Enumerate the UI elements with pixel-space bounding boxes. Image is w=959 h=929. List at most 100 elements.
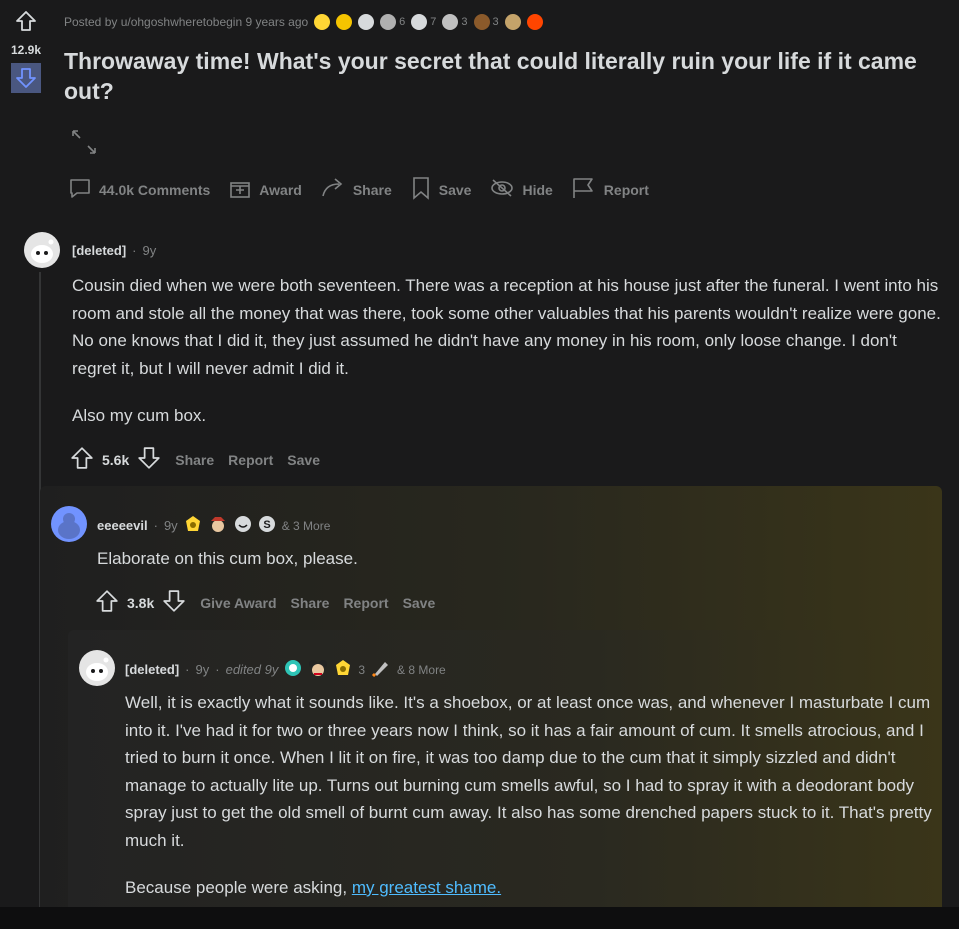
separator-dot: · (215, 662, 220, 677)
comment-body: Elaborate on this cum box, please. (97, 545, 937, 573)
more-awards-link[interactable]: & 3 More (282, 519, 331, 533)
downvote-arrow-icon[interactable] (137, 446, 161, 473)
silver-award-icon[interactable]: S (258, 515, 276, 536)
report-link[interactable]: Report (343, 595, 388, 611)
share-link[interactable]: Share (291, 595, 330, 611)
comment-author[interactable]: eeeeevil (97, 518, 148, 533)
post-byline[interactable]: Posted by u/ohgoshwheretobegin 9 years a… (64, 15, 308, 29)
comment-paragraph-link: Because people were asking, my greatest … (125, 874, 941, 902)
comment-paragraph: Elaborate on this cum box, please. (97, 549, 358, 568)
snoo-award-icon[interactable] (526, 14, 543, 30)
avatar[interactable] (24, 232, 60, 268)
comment-author[interactable]: [deleted] (72, 243, 126, 258)
comment-body: Well, it is exactly what it sounds like.… (125, 689, 941, 902)
comment-header: [deleted] · 9y (72, 243, 156, 258)
award-count: 6 (399, 16, 406, 28)
comment-actions: 3.8k Give Award Share Report Save (95, 589, 435, 616)
bird-award-icon-glyph (380, 14, 397, 30)
post-score: 12.9k (10, 43, 42, 57)
save-link[interactable]: Save (403, 595, 436, 611)
bird-award-icon[interactable]: 6 (380, 14, 405, 30)
helpful-award-icon-glyph (336, 14, 353, 30)
hide-button[interactable]: Hide (489, 176, 553, 203)
comment-age[interactable]: 9y (143, 243, 157, 258)
f-award-icon[interactable] (358, 14, 375, 30)
upvote-arrow-icon[interactable] (95, 589, 119, 616)
edited-label: edited 9y (225, 662, 279, 677)
save-label: Save (438, 181, 472, 198)
vote-group: 5.6k (70, 446, 161, 473)
helpful-award-icon[interactable] (184, 515, 202, 536)
svg-text:S: S (263, 519, 270, 531)
f-award-icon-glyph (358, 14, 375, 30)
post-action-bar: 44.0k Comments Award Share Save Hide Rep… (68, 176, 649, 203)
silver-award-icon[interactable]: 3 (442, 14, 468, 30)
separator-dot: · (153, 518, 158, 533)
share-label: Share (352, 181, 392, 198)
rocket-award-icon[interactable] (371, 659, 391, 680)
grin-award-icon[interactable] (234, 515, 252, 536)
greatest-shame-link[interactable]: my greatest shame. (352, 878, 501, 897)
share-arrow-icon (320, 176, 346, 203)
save-link[interactable]: Save (287, 452, 320, 468)
grin-award-icon-glyph (411, 14, 428, 30)
report-button[interactable]: Report (571, 176, 649, 203)
comment-score: 3.8k (127, 594, 155, 611)
award-button[interactable]: Award (228, 176, 302, 203)
award-count: 7 (430, 16, 437, 28)
post-title[interactable]: Throwaway time! What's your secret that … (64, 46, 944, 106)
comment-header: [deleted] · 9y · edited 9y 3 & 8 More (125, 659, 446, 680)
report-link[interactable]: Report (228, 452, 273, 468)
link-prefix-text: Because people were asking, (125, 878, 352, 897)
comment-paragraph: Also my cum box. (72, 406, 207, 425)
comment-paragraph: Well, it is exactly what it sounds like.… (125, 693, 932, 850)
report-label: Report (603, 181, 649, 198)
wholesome-award-icon[interactable] (208, 515, 228, 536)
hugz-award-icon[interactable] (284, 659, 302, 680)
comment-age[interactable]: 9y (164, 518, 178, 533)
comments-button[interactable]: 44.0k Comments (68, 176, 210, 203)
post-meta: Posted by u/ohgoshwheretobegin 9 years a… (64, 14, 543, 30)
comment-score: 5.6k (102, 451, 130, 468)
gift-icon (228, 176, 252, 203)
snoo-award-icon-glyph (526, 14, 543, 30)
helpful-award-icon[interactable] (336, 14, 353, 30)
mickey-award-icon[interactable] (308, 659, 328, 680)
post-vote-column: 12.9k (0, 0, 52, 212)
award-count: 3 (358, 662, 366, 677)
helpful-award-icon[interactable] (334, 659, 352, 680)
comment-bubble-icon (68, 176, 92, 203)
give-award-link[interactable]: Give Award (200, 595, 276, 611)
comment-actions: 5.6k Share Report Save (70, 446, 320, 473)
downvote-arrow-icon[interactable] (11, 63, 41, 93)
share-link[interactable]: Share (175, 452, 214, 468)
expand-icon[interactable] (70, 128, 98, 161)
comment-author[interactable]: [deleted] (125, 662, 179, 677)
post-awards[interactable]: 6 7 3 3 (314, 14, 543, 30)
gold-bar-icon-glyph (314, 14, 331, 30)
face-palm-award-icon[interactable] (504, 14, 521, 30)
bookmark-icon (410, 176, 432, 203)
comments-label: 44.0k Comments (99, 181, 211, 198)
save-button[interactable]: Save (410, 176, 472, 203)
upvote-arrow-icon[interactable] (15, 10, 37, 37)
upvote-arrow-icon[interactable] (70, 446, 94, 473)
avatar[interactable] (79, 650, 115, 686)
grin-award-icon[interactable]: 7 (411, 14, 436, 30)
flag-icon (571, 176, 597, 203)
gold-bar-icon[interactable] (314, 14, 331, 30)
comment-age[interactable]: 9y (196, 662, 210, 677)
avatar[interactable] (51, 506, 87, 542)
poop-award-icon[interactable]: 3 (473, 14, 499, 30)
vote-group: 3.8k (95, 589, 186, 616)
comment-header: eeeeevil · 9y S & 3 More (97, 515, 330, 536)
award-count: 3 (492, 16, 499, 28)
share-button[interactable]: Share (320, 176, 392, 203)
award-count: 3 (461, 16, 468, 28)
eye-slash-icon (489, 176, 515, 203)
separator-dot: · (132, 243, 137, 258)
separator-dot: · (185, 662, 190, 677)
silver-award-icon-glyph (442, 14, 459, 30)
more-awards-link[interactable]: & 8 More (397, 663, 446, 677)
downvote-arrow-icon[interactable] (162, 589, 186, 616)
